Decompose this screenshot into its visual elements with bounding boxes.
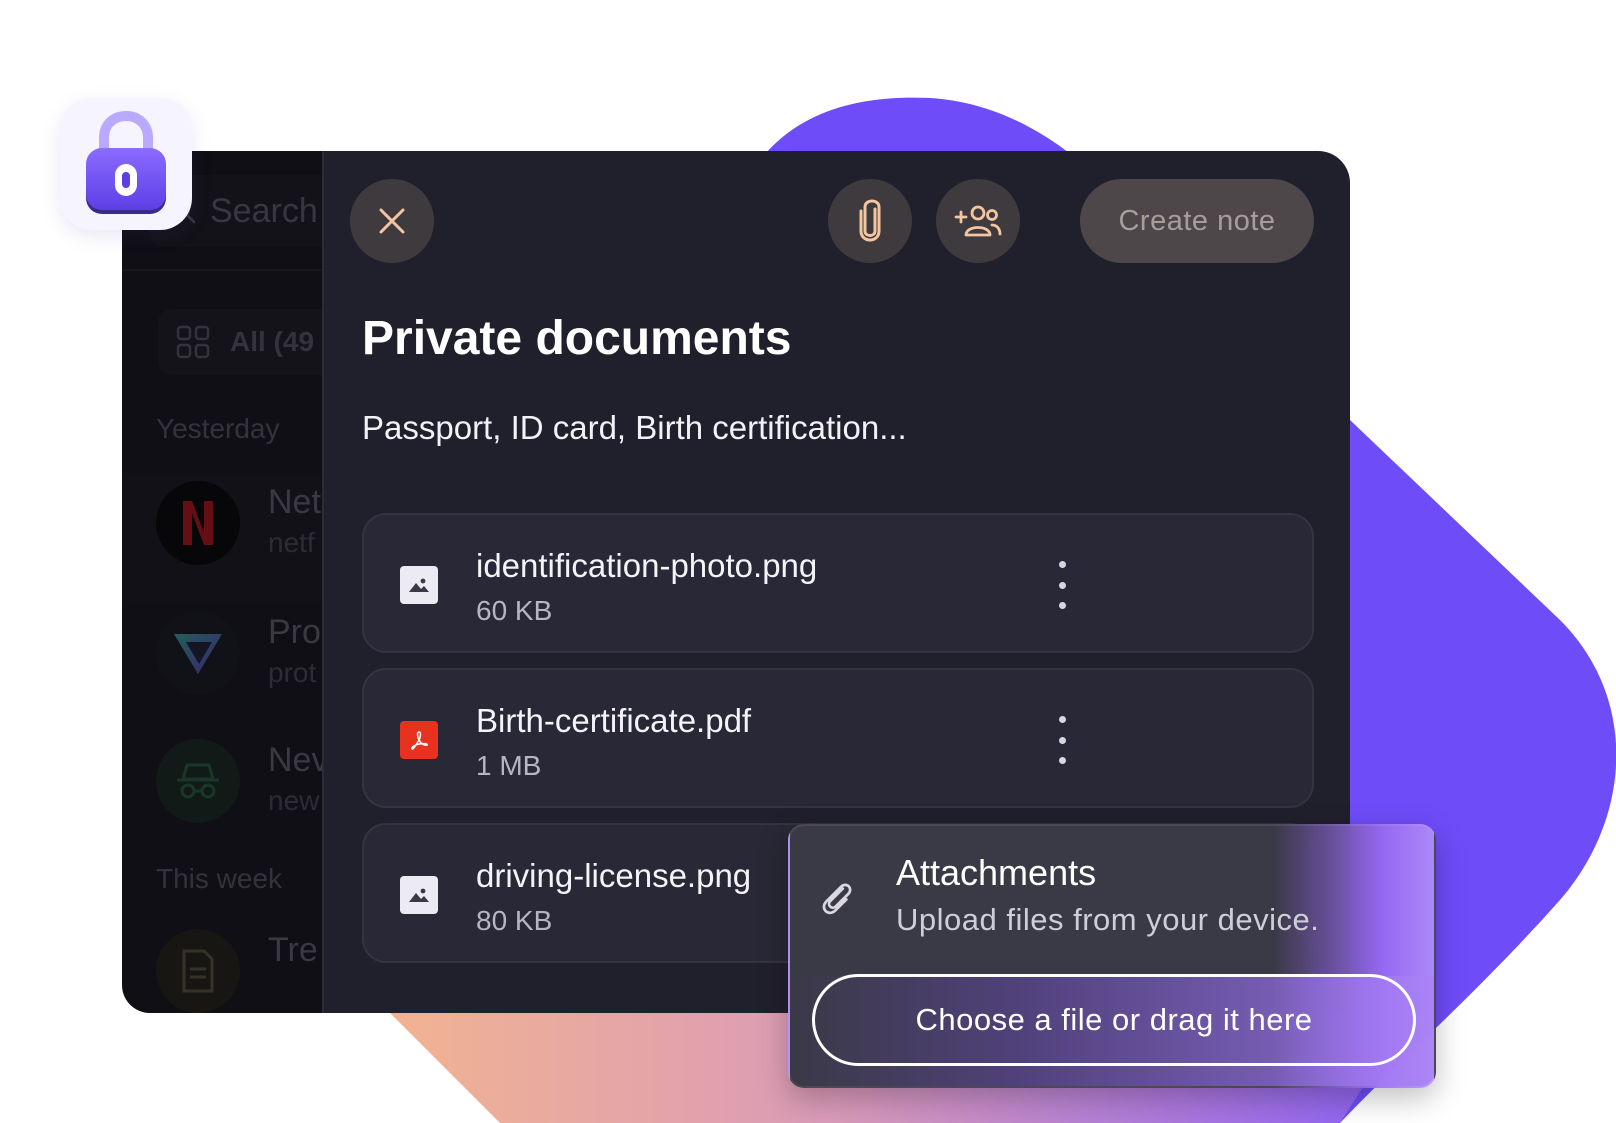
file-name: Birth-certificate.pdf: [476, 702, 752, 739]
share-button[interactable]: [936, 179, 1020, 263]
lock-icon: [86, 110, 166, 214]
close-icon: [379, 208, 405, 234]
vault-description: Passport, ID card, Birth certification..…: [362, 409, 907, 446]
more-options-icon[interactable]: [1050, 716, 1074, 764]
pdf-file-icon: [400, 721, 438, 759]
paperclip-icon: [822, 883, 852, 915]
image-file-icon: [400, 566, 438, 604]
vault-lock-badge: [60, 98, 192, 230]
popover-title: Attachments: [896, 852, 1097, 893]
file-row[interactable]: identification-photo.png 60 KB: [362, 513, 1314, 653]
file-name: driving-license.png: [476, 857, 752, 894]
users-icon: [954, 205, 1002, 237]
file-size: 60 KB: [476, 595, 553, 626]
file-size: 1 MB: [476, 750, 542, 781]
choose-file-button[interactable]: Choose a file or drag it here: [812, 974, 1416, 1066]
file-name: identification-photo.png: [476, 547, 818, 584]
file-size: 80 KB: [476, 905, 553, 936]
paperclip-icon: [859, 199, 881, 242]
create-note-button[interactable]: Create note: [1080, 179, 1314, 263]
more-options-icon[interactable]: [1050, 561, 1074, 609]
file-row[interactable]: Birth-certificate.pdf 1 MB: [362, 668, 1314, 808]
close-button[interactable]: [350, 179, 434, 263]
attachments-popover: Attachments Upload files from your devic…: [788, 824, 1436, 1088]
popover-subtitle: Upload files from your device.: [896, 902, 1320, 937]
image-file-icon: [400, 876, 438, 914]
page-title: Private documents: [362, 312, 792, 365]
attach-button[interactable]: [828, 179, 912, 263]
